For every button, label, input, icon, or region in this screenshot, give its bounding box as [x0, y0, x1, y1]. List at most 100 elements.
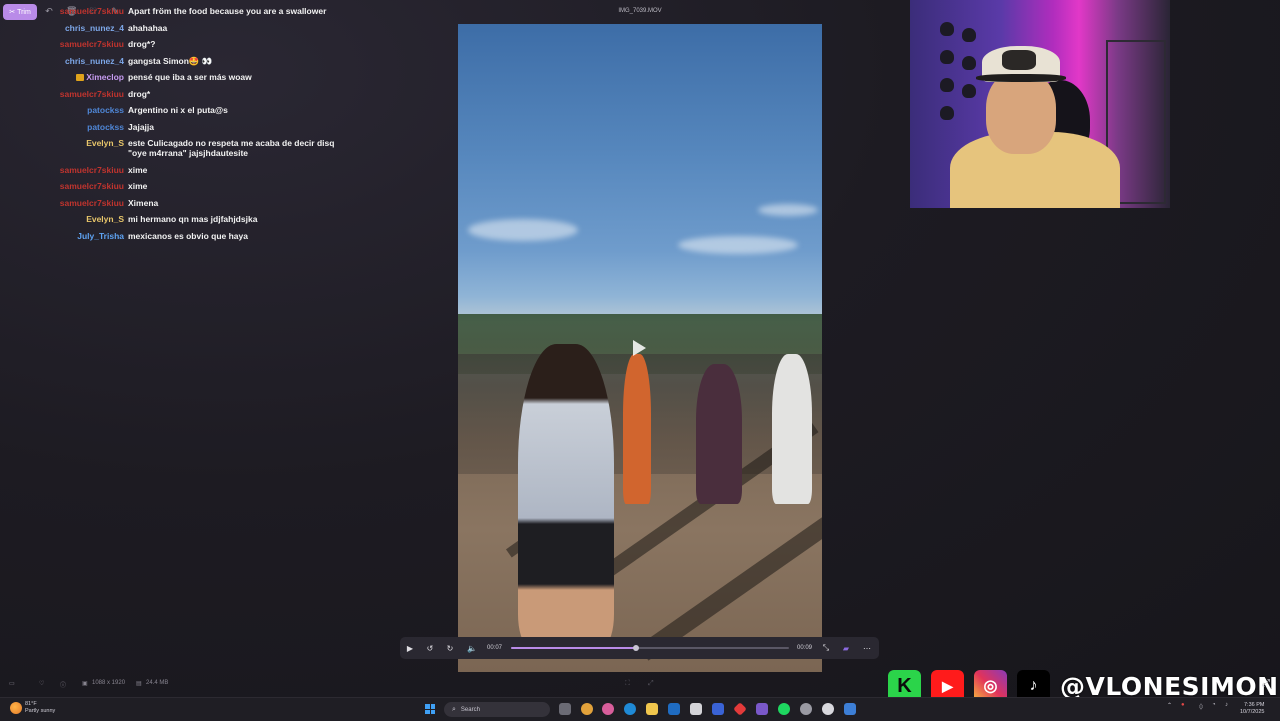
- heart-outline-icon[interactable]: ♡: [39, 680, 44, 687]
- chat-text: mexicanos es obvio que haya: [128, 230, 248, 241]
- chat-message: samuelcr7skiuu drog*: [0, 89, 360, 99]
- file-size: 24.4 MB: [146, 680, 169, 686]
- tray-chevron-icon[interactable]: ⌃: [1167, 702, 1172, 709]
- cloud: [678, 236, 798, 254]
- fit-icon[interactable]: ⛶: [625, 680, 630, 688]
- taskbar-search[interactable]: ⌕ Search: [444, 702, 550, 717]
- more-options-icon[interactable]: ⋯: [862, 643, 872, 653]
- partly-sunny-icon: [10, 702, 22, 714]
- seek-bar-handle[interactable]: [633, 645, 640, 651]
- expand-icon[interactable]: ⤢: [1262, 678, 1270, 689]
- volume-icon[interactable]: 🔈: [467, 643, 477, 653]
- seek-bar[interactable]: [511, 645, 789, 651]
- search-placeholder: Search: [460, 706, 480, 713]
- chat-text: gangsta Simon🤩 👀: [128, 55, 213, 66]
- chat-message: Evelyn_S mi hermano qn mas jdjfahjdsjka: [0, 214, 360, 224]
- chat-username: samuelcr7skiuu: [59, 6, 124, 16]
- video-player-controls: ▶ ↺ ↻ 🔈 00:07 00:09 ⤡ ▰ ⋯: [400, 637, 879, 659]
- app-icon[interactable]: [756, 703, 768, 715]
- cap: [962, 84, 976, 98]
- photos-icon[interactable]: [844, 703, 856, 715]
- chat-text: drog*: [128, 88, 151, 99]
- chat-message: samuelcr7skiuu drog*?: [0, 39, 360, 49]
- fullscreen-exit-icon[interactable]: ⤡: [821, 643, 831, 653]
- chat-message: samuelcr7skiuu Apart fröm the food becau…: [0, 6, 360, 16]
- chat-text: drog*?: [128, 39, 156, 49]
- chat-username: samuelcr7skiuu: [59, 88, 124, 99]
- seek-bar-fill: [511, 647, 637, 649]
- cap: [940, 106, 954, 120]
- person-woman: [518, 344, 614, 644]
- speaker-icon[interactable]: ♪: [1225, 702, 1228, 708]
- store-icon[interactable]: [690, 703, 702, 715]
- image-icon: ▣: [82, 681, 88, 687]
- chat-username-with-badge: Ximeclop: [0, 72, 128, 82]
- chat-username: July_Trisha: [77, 230, 124, 241]
- chat-username: chris_nunez_4: [64, 55, 124, 66]
- display-icon[interactable]: ▭: [9, 680, 15, 687]
- obs-icon[interactable]: [800, 703, 812, 715]
- spotify-icon[interactable]: [778, 703, 790, 715]
- cap: [962, 56, 976, 70]
- app-icon[interactable]: [602, 703, 614, 715]
- tray-app-icon[interactable]: ●: [1181, 702, 1185, 708]
- wifi-icon[interactable]: ◔: [1212, 702, 1216, 708]
- task-view-icon[interactable]: [559, 703, 571, 715]
- windows-start-icon[interactable]: [425, 704, 435, 714]
- video-filename: IMG_7039.MOV: [618, 8, 662, 14]
- current-time: 00:07: [487, 645, 503, 651]
- windows-taskbar: 81°F Partly sunny ⌕ Search ⌃ ● ⏀ ◔ ♪ 7:3…: [0, 697, 1280, 721]
- app-diamond-icon[interactable]: [733, 702, 747, 716]
- taskbar-clock[interactable]: 7:36 PM 10/7/2025: [1240, 702, 1264, 716]
- chat-username: samuelcr7skiuu: [59, 197, 124, 208]
- tray-mic-icon[interactable]: ⏀: [1198, 702, 1204, 711]
- shield-icon[interactable]: [712, 703, 724, 715]
- person-white: [772, 354, 812, 504]
- chat-message: samuelcr7skiuu xime: [0, 181, 360, 191]
- clock-time: 7:36 PM: [1243, 702, 1265, 708]
- file-explorer-icon[interactable]: [646, 703, 658, 715]
- media-player-icon[interactable]: [822, 703, 834, 715]
- chat-message: samuelcr7skiuu xime: [0, 165, 360, 175]
- hat-brim: [976, 74, 1066, 82]
- chat-message: patockss Jajajja: [0, 122, 360, 132]
- chat-text: xime: [128, 181, 148, 191]
- rewind-icon[interactable]: ↺: [425, 643, 435, 653]
- chat-text: ahahahaa: [128, 22, 168, 33]
- chat-text: xime: [128, 164, 148, 175]
- chat-message: samuelcr7skiuu Ximena: [0, 198, 360, 208]
- outlook-icon[interactable]: [668, 703, 680, 715]
- zoom-icon[interactable]: ⤢: [648, 680, 654, 688]
- chat-message: July_Trisha mexicanos es obvio que haya: [0, 231, 360, 241]
- streamer-face: [986, 70, 1056, 154]
- chrome-icon[interactable]: [581, 703, 593, 715]
- cloud: [758, 204, 818, 216]
- cloud: [468, 219, 578, 241]
- storage-icon: ▤: [136, 681, 142, 687]
- chat-username: samuelcr7skiuu: [59, 181, 124, 191]
- play-overlay-icon[interactable]: [633, 340, 646, 356]
- chat-message: Evelyn_S este Culicagado no respeta me a…: [0, 138, 360, 158]
- shadow: [638, 485, 822, 661]
- cap: [940, 50, 954, 64]
- weather-widget[interactable]: 81°F Partly sunny: [10, 701, 55, 715]
- forward-icon[interactable]: ↻: [445, 643, 455, 653]
- clipchamp-icon[interactable]: ▰: [841, 643, 851, 653]
- file-info-bar: ▭ ♡ ⓘ ▣ 1088 x 1920 ▤ 24.4 MB: [0, 676, 440, 692]
- chat-text: Argentino ni x el puta@s: [128, 105, 228, 115]
- chat-username: Ximeclop: [86, 72, 124, 82]
- chat-text: mi hermano qn mas jdjfahjdsjka: [128, 214, 258, 224]
- play-icon[interactable]: ▶: [405, 643, 415, 653]
- chat-message: patockss Argentino ni x el puta@s: [0, 105, 360, 115]
- edge-icon[interactable]: [624, 703, 636, 715]
- hat-patch: [1002, 50, 1036, 70]
- info-icon[interactable]: ⓘ: [60, 680, 66, 689]
- chat-username: chris_nunez_4: [64, 22, 124, 33]
- chat-username: Evelyn_S: [86, 138, 124, 148]
- chat-text: Ximena: [128, 197, 159, 208]
- video-frame[interactable]: [458, 24, 822, 672]
- clock-date: 10/7/2025: [1240, 709, 1265, 715]
- chat-username: patockss: [87, 121, 124, 132]
- cap: [962, 28, 976, 42]
- chat-text: Jajajja: [128, 121, 154, 132]
